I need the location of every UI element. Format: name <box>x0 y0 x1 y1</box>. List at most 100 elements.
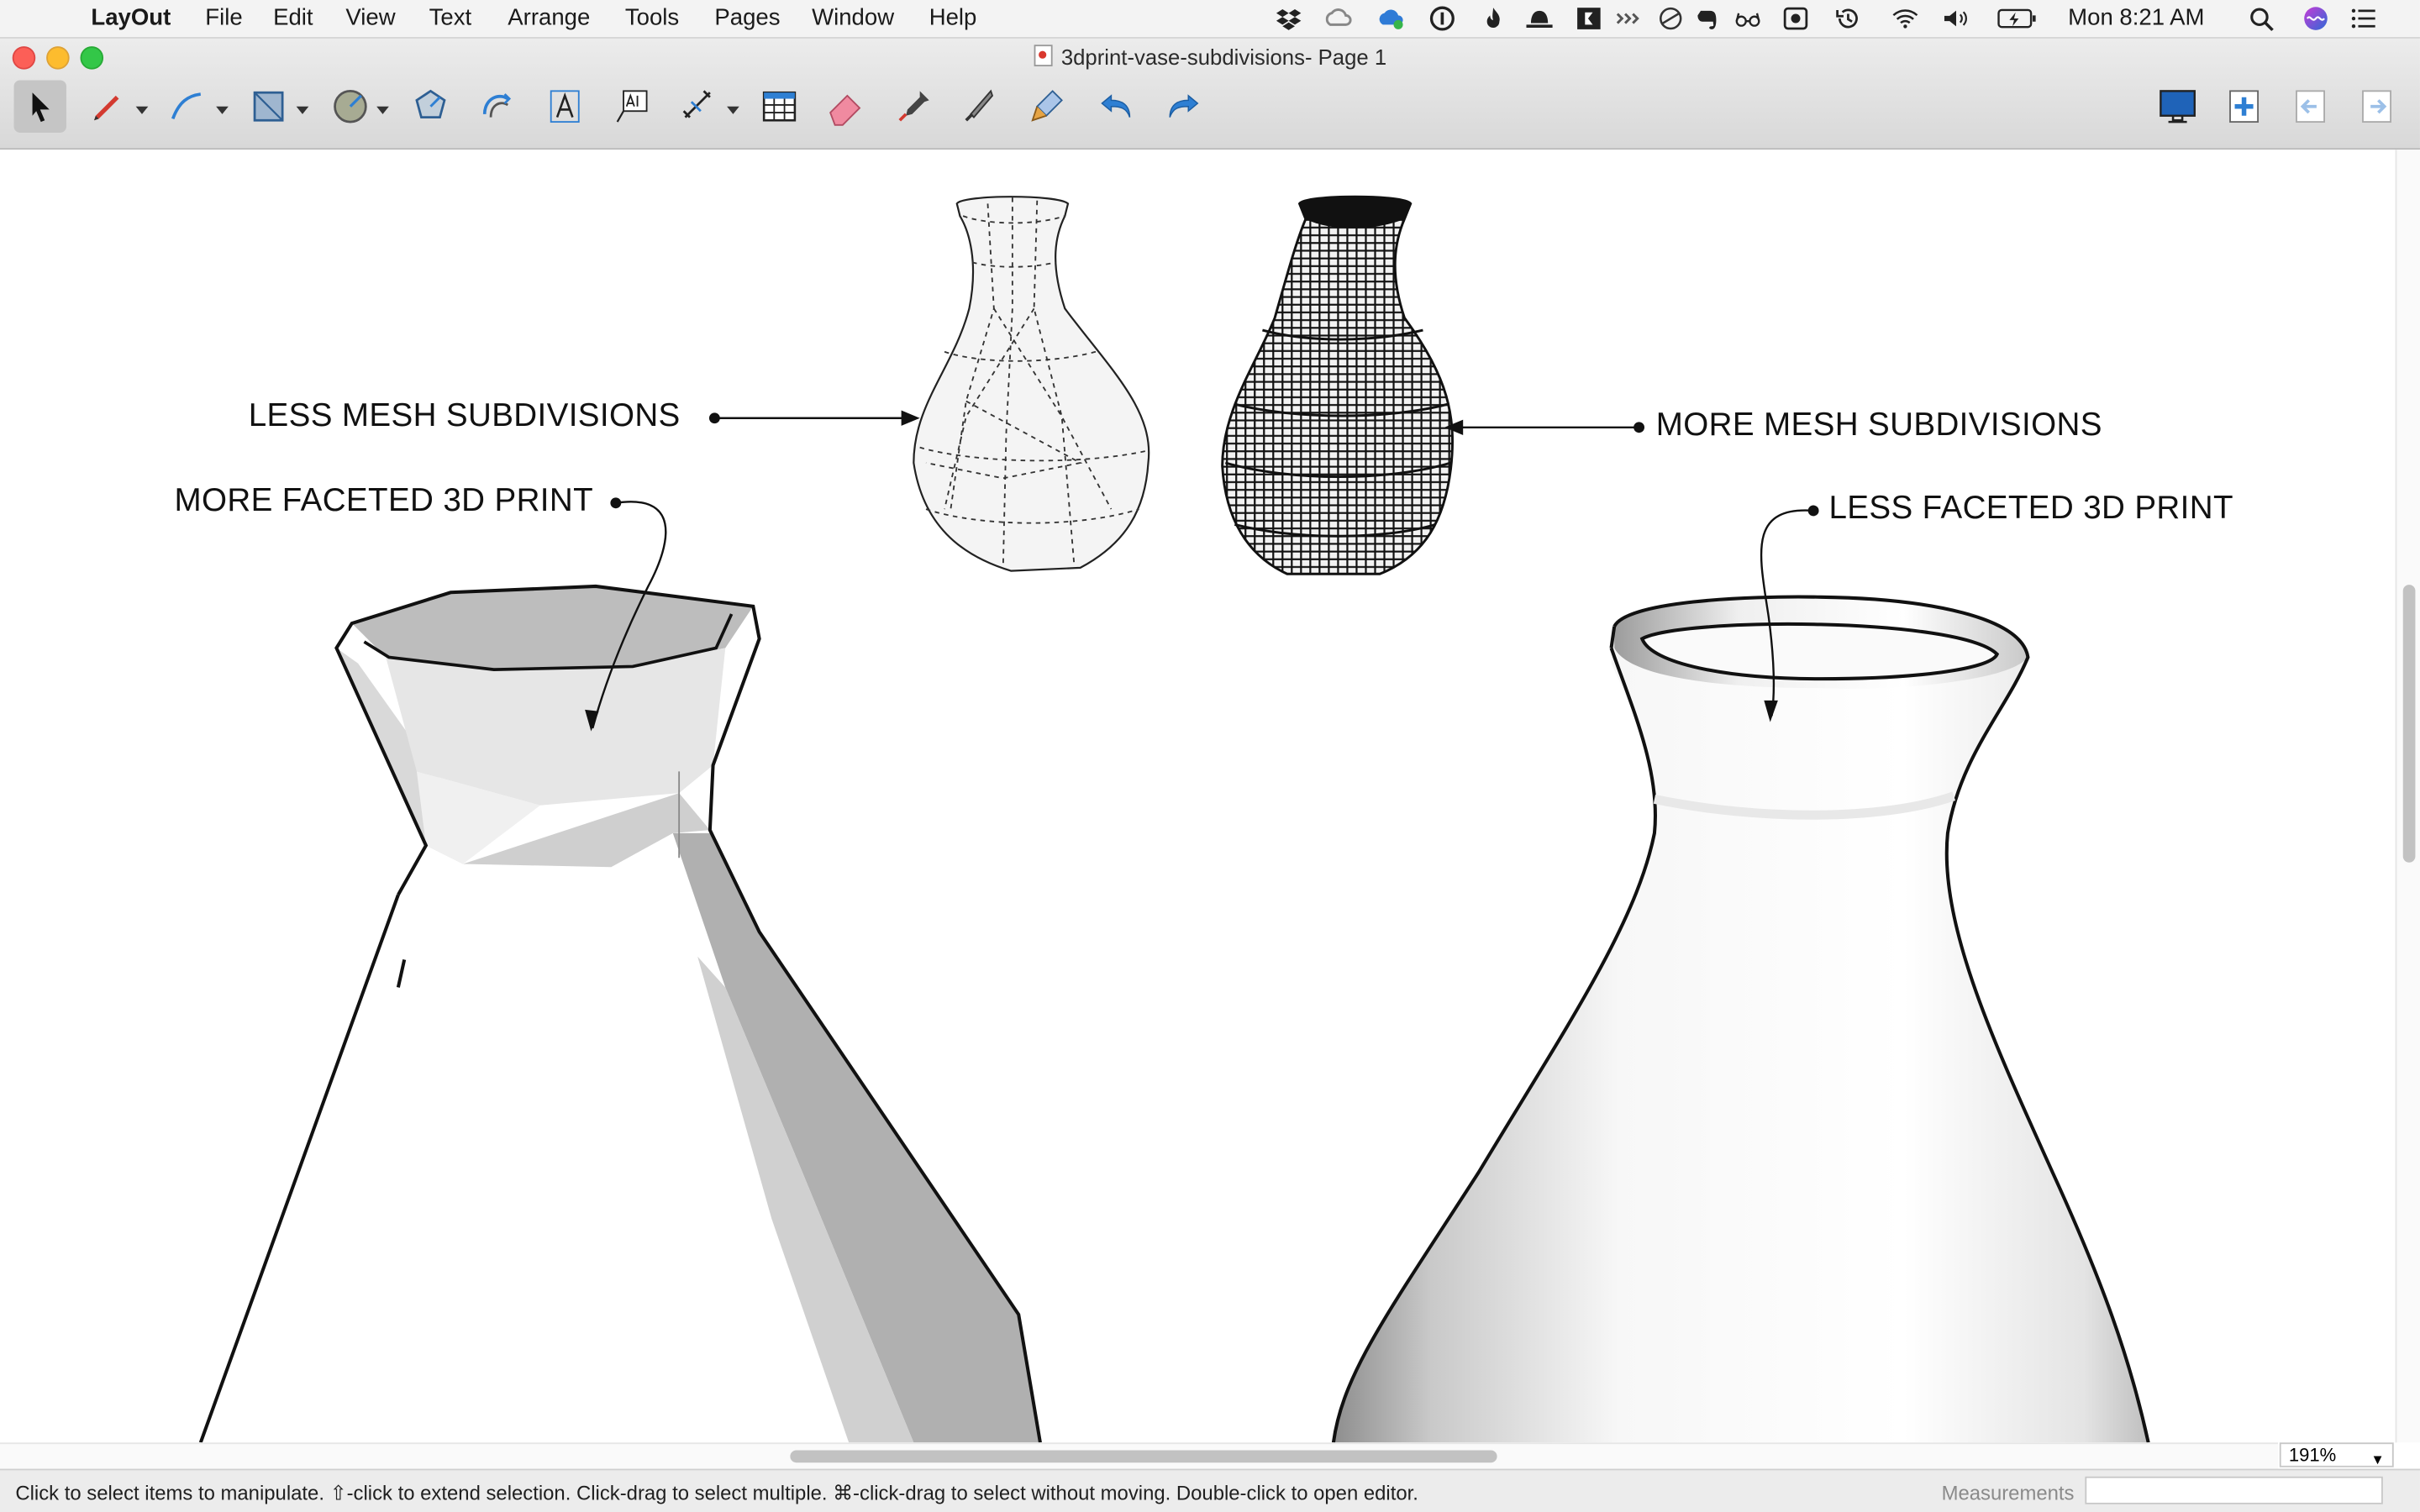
dimension-tool-dropdown[interactable] <box>727 106 739 114</box>
join-icon <box>1031 90 1063 122</box>
undo-icon <box>1101 94 1131 118</box>
time-machine-icon[interactable] <box>1835 6 1861 30</box>
vertical-scrollbar[interactable] <box>2395 150 2420 1443</box>
evernote-icon[interactable] <box>1695 6 1721 30</box>
horizontal-scroll-thumb[interactable] <box>790 1450 1497 1463</box>
polygon-icon <box>415 89 446 118</box>
menu-edit[interactable]: Edit <box>273 5 313 31</box>
polygon-tool[interactable] <box>404 81 456 133</box>
high-subdivision-vase-icon[interactable] <box>1221 195 1454 575</box>
cinemagraph-icon[interactable] <box>1576 6 1602 30</box>
table-tool[interactable] <box>753 81 805 133</box>
circle-tool-dropdown[interactable] <box>376 106 389 114</box>
undo-button[interactable] <box>1092 81 1144 133</box>
glasses-icon[interactable] <box>1734 6 1760 30</box>
measurements-input[interactable] <box>2085 1476 2383 1504</box>
label-less-mesh-subdivisions[interactable]: LESS MESH SUBDIVISIONS <box>249 398 681 435</box>
onepassword-icon[interactable] <box>1429 6 1455 31</box>
previous-page-icon <box>2296 90 2325 123</box>
present-button[interactable] <box>2151 81 2203 133</box>
battery-icon[interactable] <box>1997 6 2038 30</box>
window-title: 3dprint-vase-subdivisions- Page 1 <box>0 45 2420 70</box>
line-tool[interactable] <box>82 81 134 133</box>
link-icon[interactable] <box>1614 6 1640 30</box>
rectangle-tool[interactable] <box>242 81 294 133</box>
dimension-icon <box>682 90 711 118</box>
menu-help[interactable]: Help <box>929 5 977 31</box>
pencil-icon <box>94 95 119 121</box>
hat-icon[interactable] <box>1526 6 1553 30</box>
label-icon <box>616 90 648 123</box>
menu-window[interactable]: Window <box>812 5 894 31</box>
record-icon[interactable] <box>1782 6 1808 30</box>
select-tool[interactable] <box>13 80 66 133</box>
label-more-faceted-3d-print[interactable]: MORE FACETED 3D PRINT <box>175 483 593 520</box>
document-icon <box>1033 45 1052 66</box>
status-hint: Click to select items to manipulate. ⇧-c… <box>15 1481 1418 1504</box>
menu-app-name[interactable]: LayOut <box>91 5 171 31</box>
menu-text[interactable]: Text <box>429 5 472 31</box>
eraser-icon <box>829 94 861 126</box>
rectangle-tool-dropdown[interactable] <box>296 106 309 114</box>
rectangle-icon <box>253 91 284 122</box>
window-toolbar-area: 3dprint-vase-subdivisions- Page 1 <box>0 38 2420 150</box>
offset-icon <box>482 93 512 118</box>
onedrive-icon[interactable] <box>1378 6 1404 30</box>
table-icon <box>762 91 797 122</box>
next-page-button[interactable] <box>2350 81 2402 133</box>
text-icon <box>550 90 580 123</box>
dimension-tool[interactable] <box>673 81 725 133</box>
offset-tool[interactable] <box>471 81 523 133</box>
select-arrow-icon <box>32 92 50 123</box>
flame-icon[interactable] <box>1480 6 1506 30</box>
window-title-text: 3dprint-vase-subdivisions- Page 1 <box>1060 45 1387 70</box>
split-tool[interactable] <box>954 81 1006 133</box>
wifi-icon[interactable] <box>1892 6 1918 30</box>
split-knife-icon <box>965 89 994 122</box>
measurements-label: Measurements <box>1941 1481 2075 1504</box>
volume-icon[interactable] <box>1943 6 1969 30</box>
siri-icon[interactable] <box>2302 6 2328 30</box>
menu-pages[interactable]: Pages <box>714 5 780 31</box>
low-subdivision-vase-icon[interactable] <box>913 196 1150 572</box>
arc-tool[interactable] <box>160 81 213 133</box>
faceted-vase-render[interactable] <box>197 584 1042 1443</box>
menu-tools[interactable]: Tools <box>625 5 679 31</box>
canvas-drawing <box>197 195 2150 1443</box>
eraser-tool[interactable] <box>819 81 871 133</box>
zoom-select[interactable]: 191% ▼ <box>2279 1442 2394 1467</box>
vertical-scroll-thumb[interactable] <box>2402 585 2416 863</box>
next-page-icon <box>2362 90 2391 123</box>
join-tool[interactable] <box>1022 81 1074 133</box>
add-page-button[interactable] <box>2217 81 2270 133</box>
horizontal-scrollbar[interactable] <box>0 1442 2278 1469</box>
menu-arrange[interactable]: Arrange <box>508 5 590 31</box>
circle-slash-icon[interactable] <box>1658 6 1684 30</box>
menu-view[interactable]: View <box>345 5 395 31</box>
clock[interactable]: Mon 8:21 AM <box>2068 5 2204 31</box>
status-bar: Click to select items to manipulate. ⇧-c… <box>0 1468 2420 1512</box>
style-tool[interactable] <box>887 81 939 133</box>
eyedropper-icon <box>898 91 929 122</box>
label-tool[interactable] <box>605 81 657 133</box>
previous-page-button[interactable] <box>2284 81 2336 133</box>
line-tool-dropdown[interactable] <box>135 106 149 114</box>
spotlight-icon[interactable] <box>2249 6 2275 31</box>
redo-button[interactable] <box>1156 81 1208 133</box>
text-tool[interactable] <box>539 81 591 133</box>
document-canvas[interactable]: LESS MESH SUBDIVISIONS MORE MESH SUBDIVI… <box>0 150 2396 1443</box>
zoom-value: 191% <box>2288 1444 2337 1466</box>
menu-file[interactable]: File <box>205 5 242 31</box>
chevron-down-icon: ▼ <box>2370 1452 2385 1467</box>
dropbox-icon[interactable] <box>1276 6 1302 30</box>
menu-bar: LayOut File Edit View Text Arrange Tools… <box>0 0 2420 39</box>
creative-cloud-icon[interactable] <box>1325 6 1352 30</box>
redo-icon <box>1169 94 1199 118</box>
circle-tool[interactable] <box>324 81 376 133</box>
arc-tool-dropdown[interactable] <box>216 106 229 114</box>
smooth-vase-render[interactable] <box>1331 595 2150 1443</box>
notification-center-icon[interactable] <box>2350 6 2376 30</box>
label-less-faceted-3d-print[interactable]: LESS FACETED 3D PRINT <box>1828 491 2233 528</box>
layout-window: LayOut File Edit View Text Arrange Tools… <box>0 0 2420 1512</box>
label-more-mesh-subdivisions[interactable]: MORE MESH SUBDIVISIONS <box>1656 407 2102 444</box>
